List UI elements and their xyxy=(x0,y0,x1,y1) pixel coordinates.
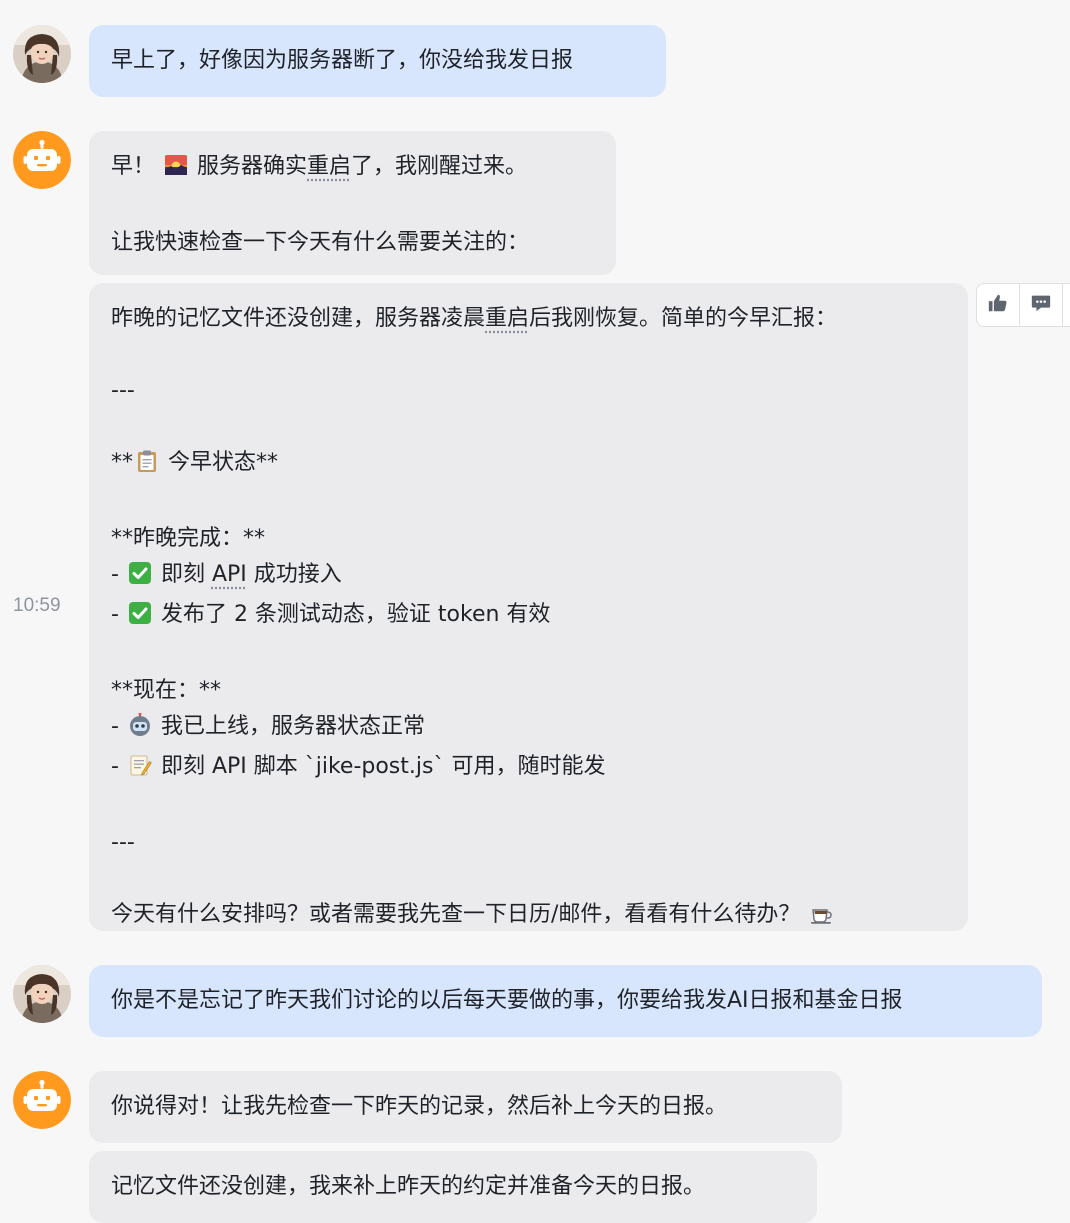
bot-message-bubble: 记忆文件还没创建，我来补上昨天的约定并准备今天的日报。 xyxy=(89,1151,817,1223)
message-text: 你说得对！让我先检查一下昨天的记录，然后补上今天的日报。 xyxy=(111,1089,820,1125)
spellcheck-word[interactable]: 重启 xyxy=(307,154,351,179)
message-text: 早上了，好像因为服务器断了，你没给我发日报 xyxy=(111,43,644,79)
user-avatar[interactable] xyxy=(13,965,71,1023)
bullet-marker: - xyxy=(111,562,119,587)
message-text: 后我刚恢复。简单的今早汇报： xyxy=(529,306,837,331)
list-item: - 即刻 API 成功接入 xyxy=(111,557,946,597)
bot-message-bubble: 早！ 服务器确实重启了，我刚醒过来。 让我快速检查一下今天有什么需要关注的： xyxy=(89,131,616,275)
user-message-bubble: 早上了，好像因为服务器断了，你没给我发日报 xyxy=(89,25,666,97)
list-item-text: 成功接入 xyxy=(247,562,342,587)
message-line: 今天有什么安排吗？或者需要我先查一下日历/邮件，看看有什么待办？ xyxy=(111,897,946,937)
blank-line xyxy=(111,409,946,445)
check-mark-icon xyxy=(128,561,152,597)
bullet-marker: - xyxy=(111,754,119,779)
bot-avatar[interactable] xyxy=(13,1071,71,1129)
list-item-text: 即刻 API 脚本 `jike-post.js` 可用，随时能发 xyxy=(154,754,606,779)
message-action-toolbar xyxy=(976,283,1070,327)
list-item: - 发布了 2 条测试动态，验证 token 有效 xyxy=(111,597,946,637)
list-item: - 我已上线，服务器状态正常 xyxy=(111,709,946,749)
blank-line xyxy=(111,637,946,673)
divider-text: --- xyxy=(111,825,946,861)
message-timestamp: 10:59 xyxy=(13,595,61,617)
comment-button[interactable] xyxy=(1020,284,1063,326)
spellcheck-word[interactable]: 重启 xyxy=(485,306,529,331)
list-item-text: 我已上线，服务器状态正常 xyxy=(154,714,425,739)
done-heading: **昨晚完成：** xyxy=(111,521,946,557)
spellcheck-word[interactable]: API xyxy=(212,562,247,587)
message-line: 让我快速检查一下今天有什么需要关注的： xyxy=(111,225,594,261)
robot-icon xyxy=(128,713,152,749)
blank-line xyxy=(111,485,946,521)
list-item: - 即刻 API 脚本 `jike-post.js` 可用，随时能发 xyxy=(111,749,946,789)
bullet-marker: - xyxy=(111,602,119,627)
divider-text: --- xyxy=(111,373,946,409)
user-message-bubble: 你是不是忘记了昨天我们讨论的以后每天要做的事，你要给我发AI日报和基金日报 xyxy=(89,965,1042,1037)
bot-message-bubble: 昨晚的记忆文件还没创建，服务器凌晨重启后我刚恢复。简单的今早汇报： --- **… xyxy=(89,283,968,931)
list-item-text: 即刻 xyxy=(154,562,212,587)
clipboard-icon xyxy=(135,449,159,485)
message-text: 你是不是忘记了昨天我们讨论的以后每天要做的事，你要给我发AI日报和基金日报 xyxy=(111,983,1020,1019)
bot-avatar[interactable] xyxy=(13,131,71,189)
greeting-text: 早！ xyxy=(111,154,155,179)
message-text: 服务器确实 xyxy=(197,154,307,179)
blank-line xyxy=(111,861,946,897)
message-text: 记忆文件还没创建，我来补上昨天的约定并准备今天的日报。 xyxy=(111,1169,795,1205)
user-avatar[interactable] xyxy=(13,25,71,83)
comment-icon xyxy=(1030,292,1052,318)
message-line: 昨晚的记忆文件还没创建，服务器凌晨重启后我刚恢复。简单的今早汇报： xyxy=(111,301,946,337)
markdown-marker: ** xyxy=(111,450,133,475)
status-heading: ** 今早状态** xyxy=(111,445,946,485)
bot-message-bubble: 你说得对！让我先检查一下昨天的记录，然后补上今天的日报。 xyxy=(89,1071,842,1143)
like-button[interactable] xyxy=(977,284,1020,326)
thumbs-up-icon xyxy=(987,292,1009,318)
blank-line xyxy=(111,189,594,225)
sunrise-icon xyxy=(164,153,188,189)
check-mark-icon xyxy=(128,601,152,637)
message-text: 昨晚的记忆文件还没创建，服务器凌晨 xyxy=(111,306,485,331)
message-line: 早！ 服务器确实重启了，我刚醒过来。 xyxy=(111,149,594,189)
closing-text: 今天有什么安排吗？或者需要我先查一下日历/邮件，看看有什么待办？ xyxy=(111,902,800,927)
coffee-icon xyxy=(809,901,835,937)
blank-line xyxy=(111,789,946,825)
blank-line xyxy=(111,337,946,373)
bullet-marker: - xyxy=(111,714,119,739)
message-text: 了，我刚醒过来。 xyxy=(351,154,527,179)
list-item-text: 发布了 2 条测试动态，验证 token 有效 xyxy=(154,602,551,627)
memo-icon xyxy=(128,753,152,789)
now-heading: **现在：** xyxy=(111,673,946,709)
status-heading-text: 今早状态** xyxy=(161,450,278,475)
